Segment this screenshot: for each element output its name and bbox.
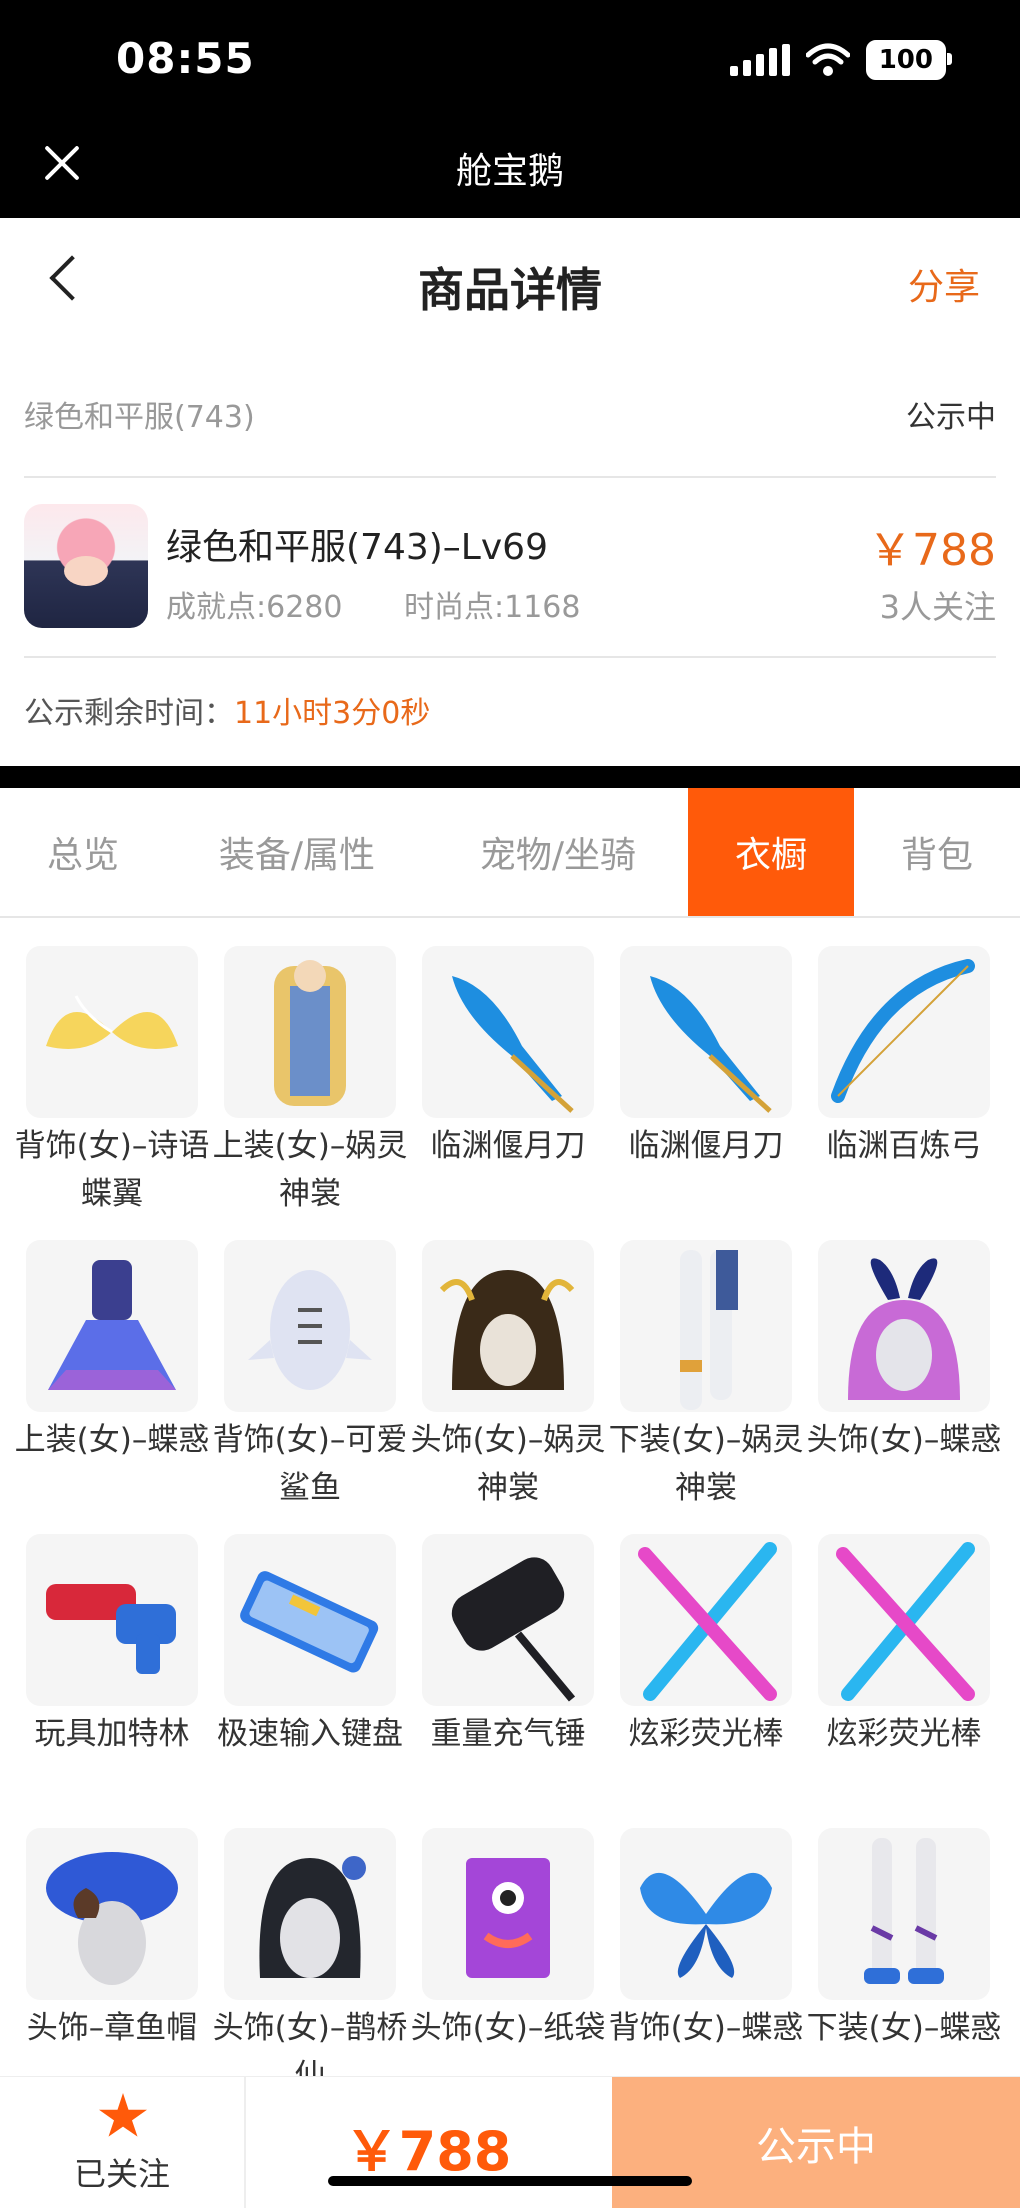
wardrobe-item[interactable]: 上装(女)–蝶惑 <box>15 1240 209 1464</box>
wardrobe-item[interactable]: 临渊偃月刀 <box>620 946 792 1170</box>
tab-backpack[interactable]: 背包 <box>854 788 1020 916</box>
wings-icon <box>26 946 198 1118</box>
robe-icon <box>224 946 396 1118</box>
butterfly-icon <box>620 1828 792 2000</box>
item-label: 下装(女)–娲灵神裳 <box>608 1422 804 1506</box>
item-label: 头饰–章鱼帽 <box>26 2010 198 2046</box>
tab-wardrobe[interactable]: 衣橱 <box>688 788 854 916</box>
toy-gun-icon <box>26 1534 198 1706</box>
item-label: 下装(女)–蝶惑 <box>806 2010 1002 2046</box>
share-button[interactable]: 分享 <box>908 258 980 310</box>
hairpin-icon <box>224 1828 396 2000</box>
divider <box>24 656 996 658</box>
wardrobe-item[interactable]: 极速输入键盘 <box>217 1534 403 1758</box>
wardrobe-item[interactable]: 背饰(女)–可爱鲨鱼 <box>213 1240 407 1512</box>
detail-tabs: 总览 装备/属性 宠物/坐骑 衣橱 背包 <box>0 788 1020 918</box>
wardrobe-item[interactable]: 玩具加特林 <box>26 1534 198 1758</box>
item-label: 上装(女)–蝶惑 <box>14 1422 210 1458</box>
tab-pets[interactable]: 宠物/坐骑 <box>428 788 688 916</box>
item-label: 头饰(女)–蝶惑 <box>806 1422 1002 1458</box>
status-bar: 08:55 100 <box>0 0 1020 118</box>
item-label: 头饰(女)–娲灵神裳 <box>410 1422 606 1506</box>
countdown-value: 11小时3分0秒 <box>234 696 431 731</box>
status-button[interactable]: 公示中 <box>612 2077 1020 2208</box>
product-row[interactable]: 绿色和平服(743)–Lv69 成就点:6280 时尚点:1168 ￥788 3… <box>24 480 996 660</box>
follower-count: 3人关注 <box>879 588 996 626</box>
item-label: 背饰(女)–蝶惑 <box>608 2010 804 2046</box>
item-label: 背饰(女)–诗语蝶翼 <box>14 1128 210 1212</box>
battery-icon: 100 <box>865 40 953 80</box>
item-label: 背饰(女)–可爱鲨鱼 <box>212 1422 408 1506</box>
bow-icon <box>818 946 990 1118</box>
glowstick-icon <box>620 1534 792 1706</box>
follow-button[interactable]: 已关注 <box>0 2077 246 2208</box>
wardrobe-item[interactable]: 炫彩荧光棒 <box>818 1534 990 1758</box>
item-label: 炫彩荧光棒 <box>826 1716 982 1752</box>
item-label: 临渊偃月刀 <box>628 1128 784 1164</box>
hammer-icon <box>422 1534 594 1706</box>
status-time: 08:55 <box>116 34 255 83</box>
dress-icon <box>26 1240 198 1412</box>
product-price: ￥788 <box>868 525 996 576</box>
blade-icon <box>422 946 594 1118</box>
shark-icon <box>224 1240 396 1412</box>
star-icon <box>99 2093 147 2137</box>
item-label: 临渊百炼弓 <box>826 1128 982 1164</box>
achievement-points: 成就点:6280 <box>166 590 343 625</box>
blade-icon <box>620 946 792 1118</box>
wardrobe-item[interactable]: 头饰(女)–鹊桥仙 <box>213 1828 407 2100</box>
wifi-icon <box>805 43 850 76</box>
wardrobe-item[interactable]: 头饰(女)–娲灵神裳 <box>411 1240 605 1512</box>
item-label: 头饰(女)–纸袋 <box>410 2010 606 2046</box>
character-avatar <box>24 504 148 628</box>
wardrobe-item[interactable]: 头饰(女)–蝶惑 <box>807 1240 1001 1464</box>
wardrobe-item[interactable]: 炫彩荧光棒 <box>620 1534 792 1758</box>
item-label: 上装(女)–娲灵神裳 <box>212 1128 408 1212</box>
wardrobe-item[interactable]: 头饰(女)–纸袋 <box>411 1828 605 2052</box>
bottom-action-bar: 已关注 ￥788 公示中 <box>0 2076 1020 2208</box>
wardrobe-item[interactable]: 下装(女)–娲灵神裳 <box>609 1240 803 1512</box>
wardrobe-item[interactable]: 头饰–章鱼帽 <box>26 1828 198 2052</box>
status-icons: 100 <box>729 40 953 80</box>
countdown-row: 公示剩余时间：11小时3分0秒 <box>24 688 430 732</box>
page-header: 商品详情 分享 <box>0 218 1020 348</box>
listing-info-row: 绿色和平服(743) 公示中 <box>24 376 996 446</box>
divider <box>24 476 996 478</box>
paper-bag-icon <box>422 1828 594 2000</box>
bunny-ears-icon <box>818 1240 990 1412</box>
keyboard-icon <box>224 1534 396 1706</box>
countdown-label: 公示剩余时间： <box>24 696 234 731</box>
wardrobe-item[interactable]: 背饰(女)–诗语蝶翼 <box>15 946 209 1218</box>
app-bar: 舱宝鹅 <box>0 118 1020 218</box>
fashion-points: 时尚点:1168 <box>404 590 581 625</box>
section-separator <box>0 766 1020 788</box>
wardrobe-item[interactable]: 临渊偃月刀 <box>422 946 594 1170</box>
listing-status: 公示中 <box>906 400 996 435</box>
wardrobe-item[interactable]: 临渊百炼弓 <box>818 946 990 1170</box>
tab-overview[interactable]: 总览 <box>0 788 166 916</box>
octopus-hat-icon <box>26 1828 198 2000</box>
headwear-icon <box>422 1240 594 1412</box>
page-title: 商品详情 <box>418 263 602 317</box>
wardrobe-item[interactable]: 上装(女)–娲灵神裳 <box>213 946 407 1218</box>
item-label: 极速输入键盘 <box>217 1716 403 1752</box>
follow-label: 已关注 <box>73 2155 170 2193</box>
item-label: 玩具加特林 <box>34 1716 190 1752</box>
bottom-price: ￥788 <box>344 2120 512 2183</box>
item-label: 炫彩荧光棒 <box>628 1716 784 1752</box>
wardrobe-item[interactable]: 下装(女)–蝶惑 <box>807 1828 1001 2052</box>
glowstick-icon <box>818 1534 990 1706</box>
tab-equipment[interactable]: 装备/属性 <box>166 788 428 916</box>
product-name: 绿色和平服(743)–Lv69 <box>166 527 548 568</box>
heels-icon <box>818 1828 990 2000</box>
wardrobe-item[interactable]: 重量充气锤 <box>422 1534 594 1758</box>
legs-icon <box>620 1240 792 1412</box>
item-label: 临渊偃月刀 <box>430 1128 586 1164</box>
signal-icon <box>729 44 790 76</box>
wardrobe-item[interactable]: 背饰(女)–蝶惑 <box>609 1828 803 2052</box>
listing-name: 绿色和平服(743) <box>24 400 255 435</box>
home-indicator <box>328 2176 692 2186</box>
app-title: 舱宝鹅 <box>455 151 564 192</box>
item-label: 重量充气锤 <box>430 1716 586 1752</box>
